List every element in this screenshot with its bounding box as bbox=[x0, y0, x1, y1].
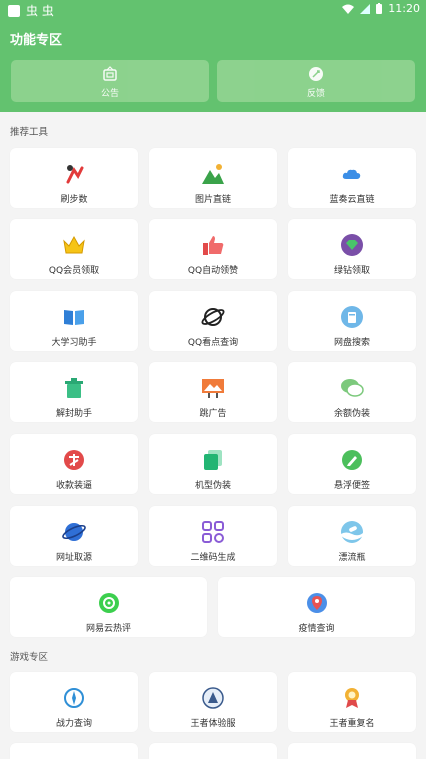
notice-label: 公告 bbox=[100, 89, 119, 99]
cloud-icon bbox=[342, 169, 361, 179]
header: 功能专区 公告 反馈 bbox=[0, 20, 426, 112]
tool-label: 收款装逼 bbox=[55, 481, 92, 491]
tool-label: 网址取源 bbox=[55, 553, 92, 563]
tool-label: QQ自动领赞 bbox=[187, 266, 239, 276]
chat-icon bbox=[341, 379, 364, 397]
tool-card-skip-ads[interactable]: 跳广告 bbox=[149, 362, 277, 422]
tool-label: 二维码生成 bbox=[190, 553, 236, 563]
map-pin-icon bbox=[306, 593, 327, 613]
tool-card-qq-view[interactable]: QQ看点查询 bbox=[149, 291, 277, 351]
disk-icon bbox=[341, 306, 363, 328]
compass-icon bbox=[64, 688, 84, 708]
warrior-icon bbox=[202, 687, 224, 709]
tool-card-steps[interactable]: 刷步数 bbox=[10, 148, 138, 208]
status-time: 11:20 bbox=[388, 2, 420, 15]
tool-card-qq-vip[interactable]: QQ会员领取 bbox=[10, 219, 138, 279]
game-card-partial[interactable] bbox=[149, 743, 277, 759]
tool-label: 余额伪装 bbox=[333, 409, 370, 419]
section-title-games: 游戏专区 bbox=[10, 652, 49, 663]
tool-card-qq-like[interactable]: QQ自动领赞 bbox=[149, 219, 277, 279]
bottle-icon bbox=[341, 521, 363, 543]
tool-label: 疫情查询 bbox=[298, 624, 335, 634]
tool-card-float-note[interactable]: 悬浮便签 bbox=[288, 434, 416, 494]
status-bar: 虫 虫 11:20 bbox=[0, 0, 426, 20]
tool-label: 悬浮便签 bbox=[333, 481, 370, 491]
game-card-king-name[interactable]: 王者重复名 bbox=[288, 672, 416, 732]
device-icon bbox=[204, 450, 222, 470]
crown-icon bbox=[63, 235, 85, 254]
status-left-text: 虫 虫 bbox=[26, 4, 54, 18]
billboard-icon bbox=[202, 379, 224, 398]
tool-card-green-diamond[interactable]: 绿钻领取 bbox=[288, 219, 416, 279]
tool-card-qrcode[interactable]: 二维码生成 bbox=[149, 506, 277, 566]
battery-icon bbox=[376, 3, 383, 14]
tool-label: 网盘搜索 bbox=[333, 338, 370, 348]
feedback-icon bbox=[309, 67, 323, 81]
tool-card-unblock[interactable]: 解封助手 bbox=[10, 362, 138, 422]
tool-card-epidemic[interactable]: 疫情查询 bbox=[218, 577, 415, 637]
medal-icon bbox=[345, 688, 359, 708]
step-icon bbox=[66, 165, 84, 184]
game-card-partial[interactable] bbox=[288, 743, 416, 759]
tool-label: 解封助手 bbox=[55, 409, 92, 419]
tool-label: 机型伪装 bbox=[194, 481, 231, 491]
tool-label: 大学习助手 bbox=[51, 338, 97, 348]
tool-label: 绿钻领取 bbox=[333, 266, 370, 276]
tool-card-study[interactable]: 大学习助手 bbox=[10, 291, 138, 351]
alipay-icon bbox=[64, 450, 84, 470]
tool-card-device-fake[interactable]: 机型伪装 bbox=[149, 434, 277, 494]
feedback-label: 反馈 bbox=[306, 89, 325, 99]
tool-label: 蓝奏云直链 bbox=[329, 195, 375, 205]
tool-card-netease-comments[interactable]: 网易云热评 bbox=[10, 577, 207, 637]
app-notification-icon bbox=[8, 4, 20, 17]
globe-icon bbox=[62, 523, 86, 541]
tool-card-drift-bottle[interactable]: 漂流瓶 bbox=[288, 506, 416, 566]
tool-label: QQ看点查询 bbox=[187, 338, 239, 348]
tool-label: 刷步数 bbox=[60, 195, 88, 205]
book-icon bbox=[64, 310, 84, 325]
image-link-icon bbox=[202, 164, 224, 184]
wifi-icon bbox=[342, 4, 355, 14]
music-icon bbox=[98, 593, 119, 613]
tool-card-image-link[interactable]: 图片直链 bbox=[149, 148, 277, 208]
tool-label: 图片直链 bbox=[194, 195, 231, 205]
qrcode-icon bbox=[202, 521, 224, 543]
game-label: 战力查询 bbox=[55, 719, 92, 729]
trash-icon bbox=[65, 378, 83, 398]
tool-label: QQ会员领取 bbox=[48, 266, 100, 276]
feedback-button[interactable]: 反馈 bbox=[217, 60, 415, 102]
diamond-icon bbox=[341, 234, 363, 256]
planet-icon bbox=[201, 308, 225, 326]
section-title-tools: 推荐工具 bbox=[10, 127, 49, 138]
tool-label: 漂流瓶 bbox=[338, 553, 366, 563]
game-card-king-test[interactable]: 王者体验服 bbox=[149, 672, 277, 732]
game-card-power[interactable]: 战力查询 bbox=[10, 672, 138, 732]
game-label: 王者重复名 bbox=[329, 719, 375, 729]
game-label: 王者体验服 bbox=[190, 719, 236, 729]
tool-card-balance-fake[interactable]: 余额伪装 bbox=[288, 362, 416, 422]
pen-icon bbox=[342, 450, 362, 470]
game-card-partial[interactable] bbox=[10, 743, 138, 759]
signal-icon bbox=[360, 3, 371, 14]
page-title: 功能专区 bbox=[10, 33, 63, 48]
tool-card-disk-search[interactable]: 网盘搜索 bbox=[288, 291, 416, 351]
notice-button[interactable]: 公告 bbox=[11, 60, 209, 102]
tool-label: 网易云热评 bbox=[85, 624, 131, 634]
tool-card-payment[interactable]: 收款装逼 bbox=[10, 434, 138, 494]
tool-card-url-source[interactable]: 网址取源 bbox=[10, 506, 138, 566]
tool-card-cloud-link[interactable]: 蓝奏云直链 bbox=[288, 148, 416, 208]
notice-icon bbox=[103, 66, 117, 81]
thumbs-up-icon bbox=[203, 236, 224, 255]
tool-label: 跳广告 bbox=[199, 409, 227, 419]
